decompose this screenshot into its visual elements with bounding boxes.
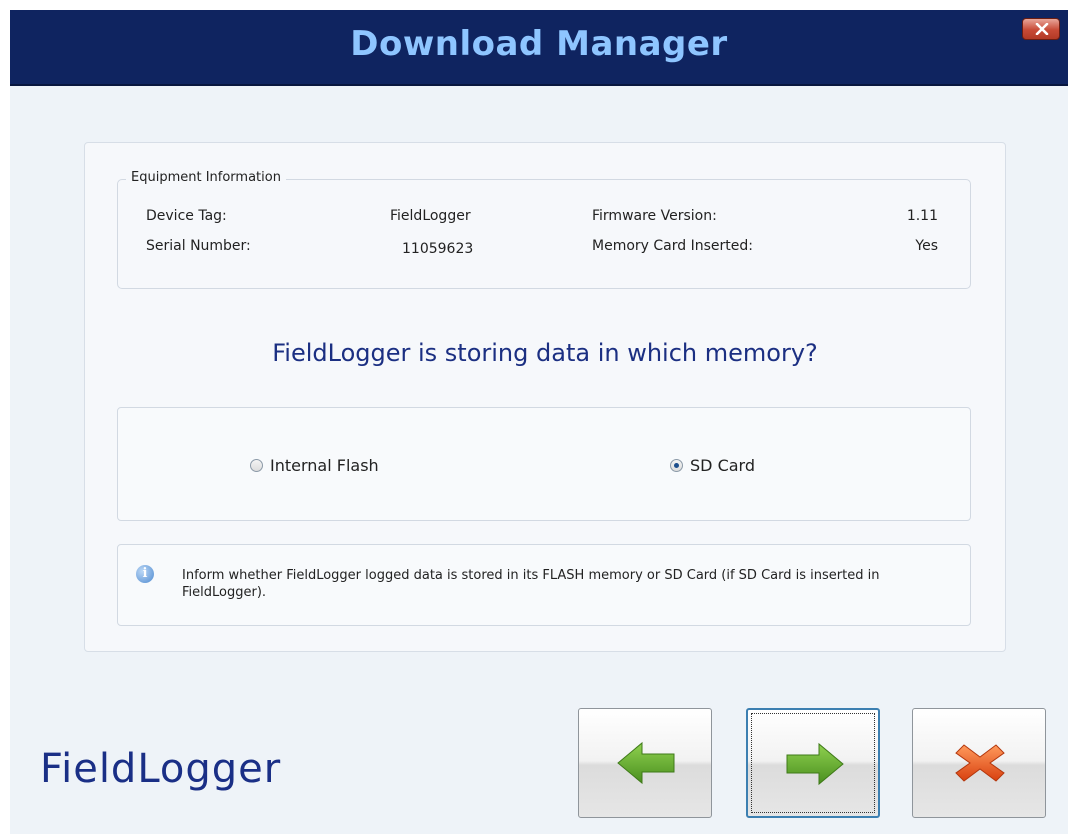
equipment-info-legend: Equipment Information bbox=[126, 170, 286, 185]
firmware-version-value: 1.11 bbox=[906, 208, 938, 224]
radio-label: SD Card bbox=[690, 456, 755, 475]
radio-sd-card[interactable]: SD Card bbox=[670, 456, 755, 475]
serial-number-label: Serial Number: bbox=[146, 238, 251, 254]
hint-box: i Inform whether FieldLogger logged data… bbox=[117, 544, 971, 626]
window-title: Download Manager bbox=[350, 24, 728, 64]
hint-text: Inform whether FieldLogger logged data i… bbox=[182, 568, 880, 600]
info-icon: i bbox=[136, 565, 154, 583]
radio-button[interactable] bbox=[250, 459, 263, 472]
content-panel: Equipment Information Device Tag: FieldL… bbox=[84, 142, 1006, 652]
dialog-body: Equipment Information Device Tag: FieldL… bbox=[10, 86, 1068, 834]
device-tag-label: Device Tag: bbox=[146, 208, 227, 224]
next-button[interactable] bbox=[746, 708, 880, 818]
back-button[interactable] bbox=[578, 708, 712, 818]
radio-label: Internal Flash bbox=[270, 456, 379, 475]
cancel-x-icon bbox=[955, 744, 1005, 782]
left-arrow-icon bbox=[617, 741, 675, 785]
firmware-version-label: Firmware Version: bbox=[592, 208, 717, 224]
memory-card-label: Memory Card Inserted: bbox=[592, 238, 753, 254]
cancel-button[interactable] bbox=[912, 708, 1046, 818]
title-bar: Download Manager bbox=[10, 10, 1068, 86]
radio-internal-flash[interactable]: Internal Flash bbox=[250, 456, 379, 475]
memory-question: FieldLogger is storing data in which mem… bbox=[272, 339, 818, 367]
memory-card-value: Yes bbox=[915, 238, 938, 254]
memory-selection-group: Internal Flash SD Card bbox=[117, 407, 971, 521]
device-tag-value: FieldLogger bbox=[390, 208, 471, 224]
equipment-info-group: Equipment Information Device Tag: FieldL… bbox=[117, 170, 971, 289]
fieldlogger-logo: FieldLogger bbox=[40, 746, 282, 792]
radio-button[interactable] bbox=[670, 459, 683, 472]
right-arrow-icon bbox=[786, 742, 844, 786]
close-button[interactable] bbox=[1022, 18, 1060, 40]
serial-number-value: 11059623 bbox=[402, 241, 474, 257]
close-x-icon bbox=[1035, 23, 1049, 35]
